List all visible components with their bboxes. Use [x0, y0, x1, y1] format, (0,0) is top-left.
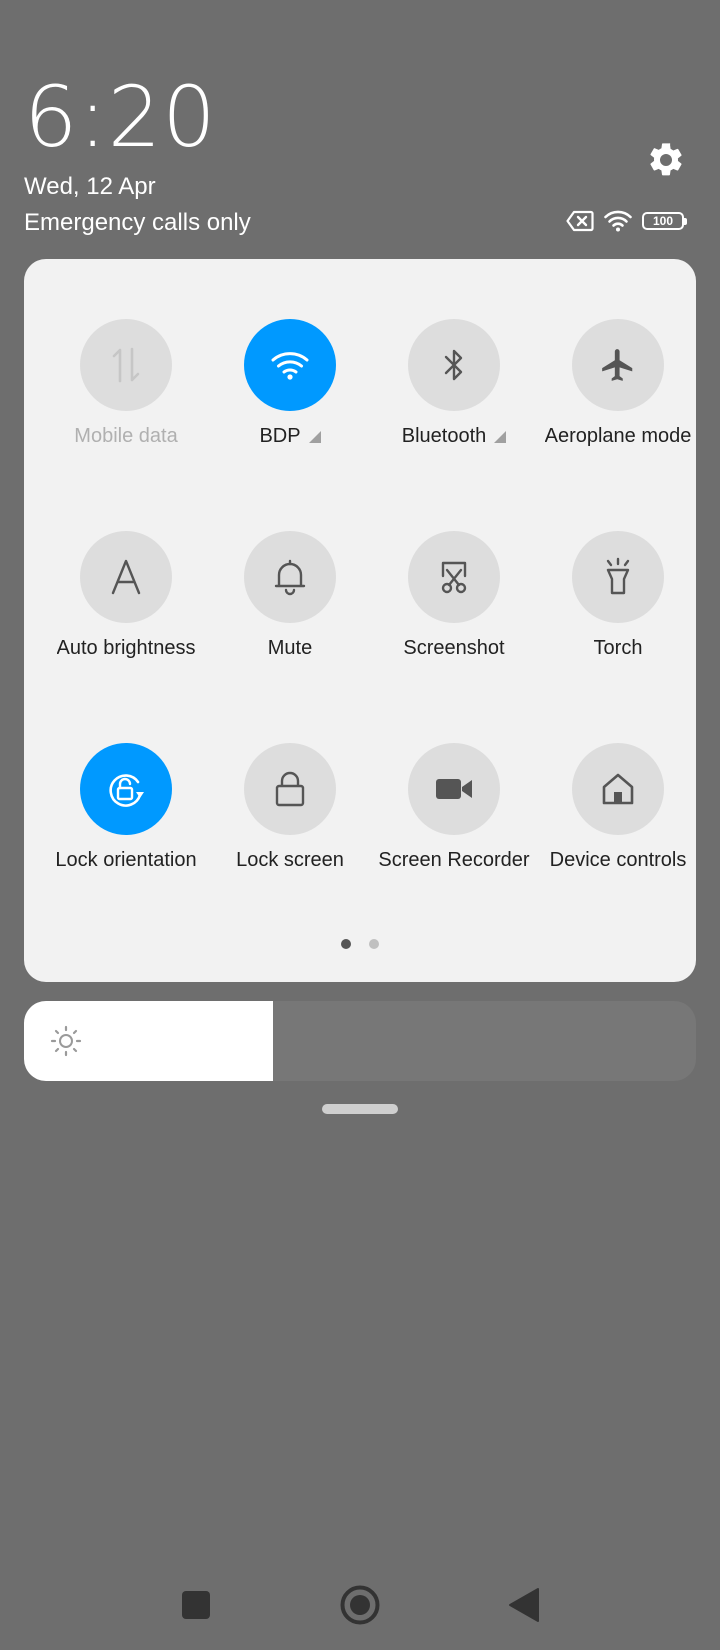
mobile-data-icon	[112, 347, 140, 383]
drag-handle[interactable]	[322, 1104, 398, 1114]
status-bar-icons: 100	[566, 208, 687, 234]
tile-torch[interactable]: Torch	[536, 531, 700, 681]
page-dot[interactable]	[341, 939, 351, 949]
tile-wifi[interactable]: BDP	[208, 319, 372, 469]
home-button[interactable]	[330, 1575, 390, 1635]
bluetooth-icon	[444, 349, 463, 381]
navigation-bar	[0, 1575, 720, 1635]
expand-arrow-icon	[308, 430, 321, 443]
rotation-lock-icon	[109, 774, 144, 807]
page-indicator	[24, 939, 696, 949]
expand-arrow-icon	[494, 430, 507, 443]
quick-settings-panel: Mobile data BDP Bluetooth Aeroplane mode…	[24, 259, 696, 982]
page-dot[interactable]	[369, 939, 379, 949]
tile-screenshot[interactable]: Screenshot	[372, 531, 536, 681]
tile-circle	[572, 531, 664, 623]
tile-auto-brightness[interactable]: Auto brightness	[44, 531, 208, 681]
date[interactable]: Wed, 12 Apr	[24, 172, 156, 202]
tile-label: Lock orientation	[55, 849, 197, 871]
tile-circle	[80, 743, 172, 835]
square-icon	[182, 1591, 210, 1619]
tile-label: Torch	[593, 637, 643, 659]
gear-icon	[650, 143, 682, 176]
notification-shade: 6:20 Wed, 12 Apr Emergency calls only 10…	[0, 0, 720, 1650]
recents-button[interactable]	[166, 1575, 226, 1635]
tile-circle	[572, 743, 664, 835]
circle-icon	[340, 1585, 380, 1625]
tile-circle	[244, 743, 336, 835]
tile-circle	[244, 531, 336, 623]
wifi-signal-icon	[604, 210, 632, 232]
tile-label: Mute	[267, 637, 313, 659]
tile-circle	[408, 319, 500, 411]
tile-circle	[572, 319, 664, 411]
battery-icon: 100	[642, 212, 687, 230]
settings-button[interactable]	[644, 138, 688, 182]
no-sim-icon	[566, 210, 594, 232]
sun-icon	[48, 1023, 84, 1059]
tile-label: Device controls	[549, 849, 687, 871]
tile-circle	[80, 319, 172, 411]
tile-aeroplane-mode[interactable]: Aeroplane mode	[536, 319, 700, 469]
tile-label: BDP	[259, 425, 321, 448]
tile-label: Bluetooth	[402, 425, 507, 448]
brightness-slider[interactable]	[24, 1001, 696, 1081]
tile-mute[interactable]: Mute	[208, 531, 372, 681]
carrier-status: Emergency calls only	[24, 209, 251, 236]
tile-screen-recorder[interactable]: Screen Recorder	[372, 743, 536, 893]
lock-icon	[275, 771, 305, 807]
back-triangle-icon	[509, 1588, 539, 1622]
tile-circle	[80, 531, 172, 623]
tile-mobile-data[interactable]: Mobile data	[44, 319, 208, 469]
home-icon	[602, 773, 634, 805]
video-camera-icon	[436, 779, 472, 799]
tile-label: Lock screen	[236, 849, 344, 871]
tile-label: Auto brightness	[56, 637, 196, 659]
scissors-icon	[441, 561, 467, 594]
tile-circle	[408, 531, 500, 623]
airplane-icon	[602, 349, 633, 381]
tile-label: Mobile data	[74, 425, 178, 447]
back-button[interactable]	[494, 1575, 554, 1635]
tile-device-controls[interactable]: Device controls	[536, 743, 700, 893]
tile-lock-orientation[interactable]: Lock orientation	[44, 743, 208, 893]
tile-label: Aeroplane mode	[544, 425, 692, 447]
tile-lock-screen[interactable]: Lock screen	[208, 743, 372, 893]
auto-brightness-icon	[111, 559, 141, 595]
wifi-icon	[271, 352, 309, 380]
tile-label: Screenshot	[403, 637, 505, 659]
tile-circle	[408, 743, 500, 835]
tile-circle	[244, 319, 336, 411]
battery-level: 100	[652, 214, 674, 228]
tile-bluetooth[interactable]: Bluetooth	[372, 319, 536, 469]
bell-icon	[274, 559, 306, 596]
torch-icon	[606, 557, 630, 595]
tile-label: Screen Recorder	[378, 849, 530, 871]
clock[interactable]: 6:20	[24, 72, 217, 162]
